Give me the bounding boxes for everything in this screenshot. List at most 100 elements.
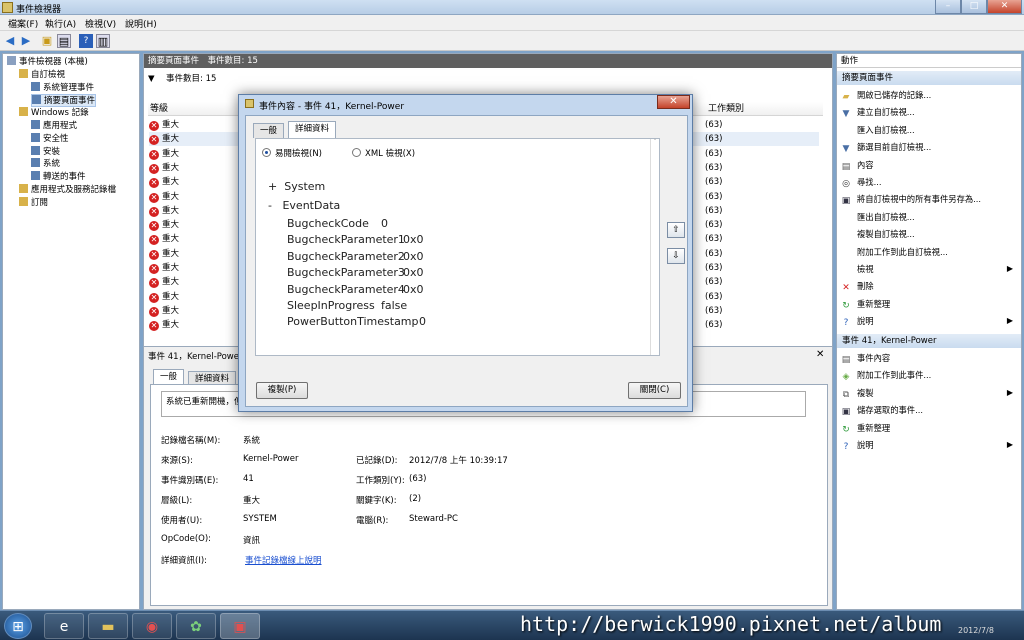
eventdata-value: false [381,299,408,312]
col-task[interactable]: 工作類別 [708,102,744,116]
critical-icon: ✕ [149,306,159,317]
event-viewer-taskbar-icon[interactable]: ▣ [220,613,260,639]
critical-icon: ✕ [149,149,159,160]
tree-node[interactable]: 事件檢視器 (本機) [7,56,88,69]
action-item[interactable]: 複製自訂檢視... [841,227,1019,241]
xml-view-option[interactable]: XML 檢視(X) [352,147,415,159]
action-item[interactable]: ▤ 內容 [841,158,1019,172]
tree-node[interactable]: Windows 記錄 [19,107,89,120]
event-task: (63) [705,248,723,259]
event-level: 重大 [162,162,180,173]
action-item[interactable]: ▼ 建立自訂檢視... [841,105,1019,119]
menu-action[interactable]: 執行(A) [45,17,76,30]
taskbar-date: 2012/7/8 [958,626,994,635]
action-label: 複製自訂檢視... [857,229,915,240]
tree-node-label: 應用程式及服務記錄檔 [31,185,117,195]
event-level: 重大 [162,263,180,273]
tree-node-label: 系統管理事件 [43,82,95,93]
eventdata-row: PowerButtonTimestamp 0 [287,315,426,328]
action-item[interactable]: ↻ 重新整理 [841,421,1019,435]
online-help-link[interactable]: 事件記錄檔線上說明 [245,554,322,566]
event-task: (63) [705,120,723,130]
up-folder-icon[interactable]: ▣ [40,34,54,48]
action-item[interactable]: ◎ 尋找... [841,175,1019,189]
app-taskbar-icon[interactable]: ✿ [176,613,216,639]
ie-taskbar-icon[interactable]: e [44,613,84,639]
logged-label: 已記錄(D): [356,456,398,466]
center-pane-header: 摘要頁面事件 事件數目: 15 [144,54,832,68]
action-item[interactable]: ▼ 篩選目前自訂檢視... [841,140,1019,154]
friendly-view-option[interactable]: 易閱檢視(N) [262,147,322,159]
previous-event-button[interactable]: ⇧ [667,222,685,238]
tree-node[interactable]: 系統 [31,158,60,171]
detail-tab-general[interactable]: 一般 [153,369,185,384]
dialog-tab-general[interactable]: 一般 [253,123,285,138]
eventdata-row: BugcheckParameter4 0x0 [287,283,424,296]
tree-node-label: 安全性 [43,133,69,144]
action-item[interactable]: ? 說明 ▶ [841,314,1019,328]
actions-section-event[interactable]: 事件 41，Kernel-Power [837,334,1021,348]
action-label: 事件內容 [857,353,891,363]
show-hide-actions-icon[interactable]: ▥ [96,34,110,48]
start-button[interactable]: ⊞ [4,613,32,639]
action-item[interactable]: ↻ 重新整理 [841,297,1019,311]
tree-node[interactable]: 安全性 [31,132,69,146]
action-item[interactable]: 附加工作到此自訂檢視... [841,245,1019,259]
col-level[interactable]: 等級 [150,102,168,116]
system-node[interactable]: + System [268,180,325,193]
critical-icon: ✕ [149,321,159,332]
details-scrollbar[interactable]: ˄ [650,139,659,355]
action-item[interactable]: 檢視 ▶ [841,262,1019,276]
friendly-view-box[interactable]: + System - EventData BugcheckCode 0 Bugche… [266,168,647,352]
source-value: Kernel-Power [243,454,299,464]
show-hide-tree-icon[interactable]: ▤ [57,34,71,48]
dialog-close-icon[interactable]: ✕ [657,95,690,109]
next-event-button[interactable]: ⇩ [667,248,685,264]
maximize-button[interactable]: □ [961,0,987,14]
action-item[interactable]: ⧉ 複製 ▶ [841,386,1019,400]
eventdata-node[interactable]: - EventData [268,199,340,212]
close-dialog-button[interactable]: 關閉(C) [628,382,681,399]
tree-node-icon [19,184,28,193]
tree-node[interactable]: 轉送的事件 [31,171,86,184]
menu-file[interactable]: 檔案(F) [8,17,38,30]
eventdata-name: BugcheckParameter3 [287,266,405,280]
menu-view[interactable]: 檢視(V) [85,17,116,30]
tree-node[interactable]: 摘要頁面事件 [31,94,97,108]
action-item[interactable]: ? 說明 ▶ [841,438,1019,452]
friendly-view-radio[interactable] [262,148,271,157]
tree-node[interactable]: 訂閱 [19,196,48,210]
action-item[interactable]: ◈ 附加工作到此事件... [841,368,1019,382]
tree-node[interactable]: 系統管理事件 [31,81,95,95]
task-label: 工作類別(Y): [356,476,405,486]
detail-close-icon[interactable]: ✕ [816,349,824,360]
menu-help[interactable]: 說明(H) [125,17,157,30]
friendly-view-label: 易閱檢視(N) [275,149,322,159]
action-item[interactable]: ▣ 儲存選取的事件... [841,403,1019,417]
tree-node[interactable]: 自訂檢視 [19,68,65,82]
action-item[interactable]: 匯出自訂檢視... [841,210,1019,224]
tree-node[interactable]: 應用程式及服務記錄檔 [19,184,116,197]
minimize-button[interactable]: – [935,0,961,14]
actions-section-custom-view[interactable]: 摘要頁面事件 [837,71,1021,85]
explorer-taskbar-icon[interactable]: ▬ [88,613,128,639]
copy-button[interactable]: 複製(P) [256,382,308,399]
tree-node[interactable]: 應用程式 [31,120,77,133]
tree-node[interactable]: 安裝 [31,145,60,159]
action-item[interactable]: ▤ 事件內容 [841,351,1019,365]
logged-value: 2012/7/8 上午 10:39:17 [409,456,508,466]
help-icon[interactable]: ? [79,34,93,48]
action-item[interactable]: 匯入自訂檢視... [841,123,1019,137]
action-label: 匯出自訂檢視... [857,211,915,222]
folder-icon: ▰ [842,92,850,102]
forward-icon[interactable]: ▶ [19,34,33,48]
back-icon[interactable]: ◀ [3,34,17,48]
window-titlebar: 事件檢視器 – □ ✕ [0,0,1024,15]
dialog-tab-details[interactable]: 詳細資料 [288,121,337,138]
action-item[interactable]: ▣ 將自訂檢視中的所有事件另存為... [841,192,1019,206]
close-button[interactable]: ✕ [987,0,1022,14]
xml-view-radio[interactable] [352,148,361,157]
action-item[interactable]: ✕ 刪除 [841,279,1019,293]
action-item[interactable]: ▰ 開啟已儲存的記錄... [841,88,1019,102]
chrome-taskbar-icon[interactable]: ◉ [132,613,172,639]
